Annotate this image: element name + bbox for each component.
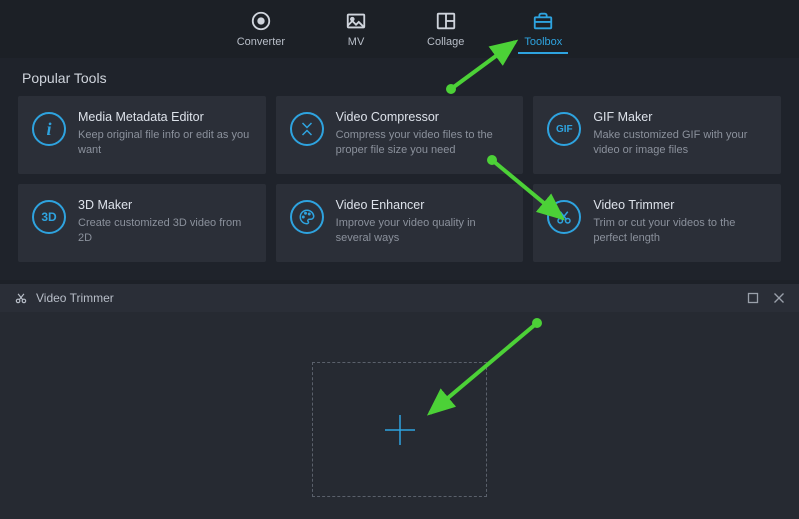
- tool-title: GIF Maker: [593, 110, 767, 124]
- window-controls: [747, 292, 785, 304]
- plus-icon: [380, 410, 420, 450]
- scissors-icon: [547, 200, 581, 234]
- toolbox-icon: [532, 10, 554, 32]
- tool-3d-maker[interactable]: 3D 3D Maker Create customized 3D video f…: [18, 184, 266, 262]
- add-file-dropzone[interactable]: [312, 362, 487, 497]
- tool-title: 3D Maker: [78, 198, 252, 212]
- tools-grid: i Media Metadata Editor Keep original fi…: [18, 96, 781, 262]
- tool-video-trimmer[interactable]: Video Trimmer Trim or cut your videos to…: [533, 184, 781, 262]
- trimmer-body: [0, 312, 799, 519]
- info-icon: i: [32, 112, 66, 146]
- tool-desc: Create customized 3D video from 2D: [78, 216, 252, 246]
- top-nav: Converter MV Collage Toolbox: [0, 0, 799, 58]
- nav-toolbox[interactable]: Toolbox: [518, 8, 568, 54]
- gif-icon: GIF: [547, 112, 581, 146]
- section-title: Popular Tools: [0, 58, 799, 96]
- image-icon: [345, 10, 367, 32]
- grid-icon: [435, 10, 457, 32]
- nav-label: Converter: [237, 36, 285, 48]
- bullseye-icon: [250, 10, 272, 32]
- tool-video-enhancer[interactable]: Video Enhancer Improve your video qualit…: [276, 184, 524, 262]
- tool-desc: Trim or cut your videos to the perfect l…: [593, 216, 767, 246]
- tools-area: i Media Metadata Editor Keep original fi…: [0, 96, 799, 280]
- tool-title: Video Enhancer: [336, 198, 510, 212]
- tool-video-compressor[interactable]: Video Compressor Compress your video fil…: [276, 96, 524, 174]
- nav-converter[interactable]: Converter: [231, 8, 291, 54]
- nav-mv[interactable]: MV: [339, 8, 373, 54]
- tool-desc: Make customized GIF with your video or i…: [593, 128, 767, 158]
- maximize-icon[interactable]: [747, 292, 759, 304]
- nav-label: MV: [348, 36, 365, 48]
- video-trimmer-window: Video Trimmer: [0, 284, 799, 519]
- trimmer-header: Video Trimmer: [0, 284, 799, 312]
- close-icon[interactable]: [773, 292, 785, 304]
- tool-title: Media Metadata Editor: [78, 110, 252, 124]
- 3d-icon: 3D: [32, 200, 66, 234]
- tool-title: Video Compressor: [336, 110, 510, 124]
- tool-desc: Compress your video files to the proper …: [336, 128, 510, 158]
- nav-label: Collage: [427, 36, 464, 48]
- tool-gif-maker[interactable]: GIF GIF Maker Make customized GIF with y…: [533, 96, 781, 174]
- tool-desc: Improve your video quality in several wa…: [336, 216, 510, 246]
- tool-desc: Keep original file info or edit as you w…: [78, 128, 252, 158]
- tool-media-metadata-editor[interactable]: i Media Metadata Editor Keep original fi…: [18, 96, 266, 174]
- nav-collage[interactable]: Collage: [421, 8, 470, 54]
- tool-title: Video Trimmer: [593, 198, 767, 212]
- compress-icon: [290, 112, 324, 146]
- palette-icon: [290, 200, 324, 234]
- scissors-icon: [14, 291, 28, 305]
- nav-label: Toolbox: [524, 36, 562, 48]
- trimmer-title: Video Trimmer: [36, 291, 114, 305]
